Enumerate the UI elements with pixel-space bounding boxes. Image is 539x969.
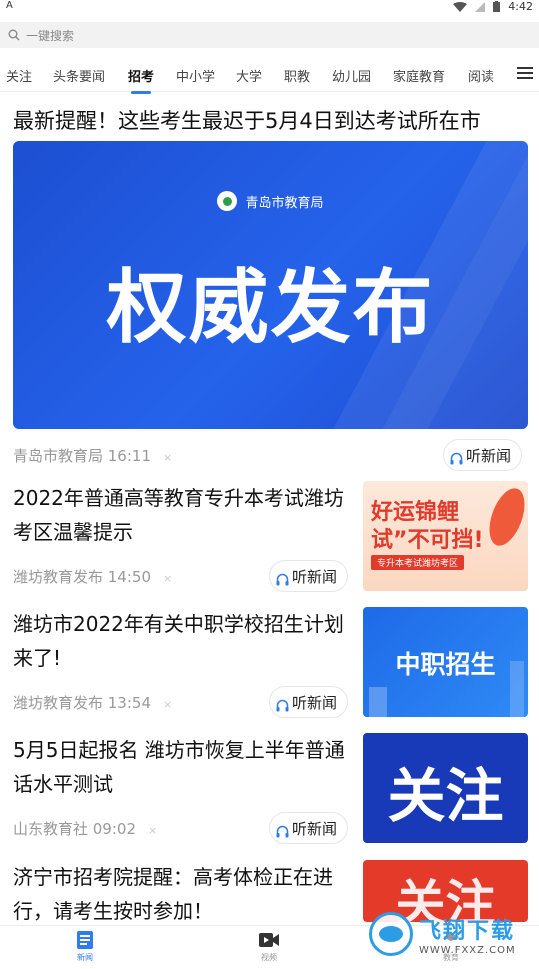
hero-org-name: 青岛市教育局 [245, 195, 324, 211]
dismiss-icon[interactable]: × [163, 572, 172, 585]
search-icon [8, 29, 20, 41]
status-time: 4:42 [508, 0, 533, 13]
headphones-icon [450, 452, 463, 464]
article-source: 潍坊教育发布 14:50 × [13, 568, 173, 586]
lead-article-image[interactable]: 青岛市教育局 权威发布 [13, 141, 528, 429]
category-tabs: 关注 头条要闻 招考 中小学 大学 职教 幼儿园 家庭教育 阅读 [0, 60, 539, 94]
search-placeholder: 一键搜索 [26, 28, 75, 43]
nav-video[interactable]: 视频 [258, 930, 280, 963]
article-thumbnail[interactable]: 关注 [363, 733, 528, 843]
listen-button[interactable]: 听新闻 [269, 686, 349, 718]
thumbnail-text: 好运锦鲤 试”不可挡! [371, 500, 484, 553]
koi-fish-icon [482, 483, 528, 551]
article-title[interactable]: 5月5日起报名 潍坊市恢复上半年普通话水平测试 [13, 733, 348, 801]
dismiss-icon[interactable]: × [148, 824, 157, 837]
article-source: 山东教育社 09:02 × [13, 820, 158, 838]
headphones-icon [276, 825, 289, 837]
lead-article-title[interactable]: 最新提醒！这些考生最迟于5月4日到达考试所在市 [13, 105, 481, 135]
watermark-logo-icon [369, 912, 413, 956]
watermark-url: WWW.FXXZ.COM [419, 944, 516, 956]
tab-university[interactable]: 大学 [236, 66, 262, 85]
headphones-icon [276, 573, 289, 585]
tab-kindergarten[interactable]: 幼儿园 [332, 66, 371, 85]
thumbnail-text: 关注 [387, 762, 504, 830]
news-icon [77, 931, 93, 949]
site-watermark: 飞翔下载 WWW.FXXZ.COM [369, 906, 529, 962]
listen-button[interactable]: 听新闻 [269, 812, 349, 844]
hero-org: 青岛市教育局 [13, 191, 528, 211]
lead-article-source: 青岛市教育局 16:11 × [13, 447, 173, 465]
article-source: 潍坊教育发布 13:54 × [13, 694, 173, 712]
tab-exams[interactable]: 招考 [128, 66, 154, 94]
status-bar: A 4:42 [0, 0, 539, 14]
wifi-icon [453, 1, 468, 12]
watermark-name: 飞翔下载 [419, 918, 516, 944]
search-input[interactable]: 一键搜索 [0, 22, 539, 48]
thumbnail-text: 中职招生 [395, 650, 496, 679]
tab-vocational[interactable]: 职教 [284, 66, 310, 85]
headphones-icon [276, 699, 289, 711]
listen-button[interactable]: 听新闻 [269, 560, 349, 592]
article-title[interactable]: 2022年普通高等教育专升本考试潍坊考区温馨提示 [13, 481, 348, 549]
tab-headlines[interactable]: 头条要闻 [53, 66, 105, 85]
dismiss-icon[interactable]: × [163, 451, 172, 464]
article-title[interactable]: 潍坊市2022年有关中职学校招生计划来了! [13, 607, 348, 675]
tabs-fade [487, 60, 517, 90]
tab-k12[interactable]: 中小学 [176, 66, 215, 85]
status-app-glyph: A [6, 0, 13, 11]
article-thumbnail[interactable]: 好运锦鲤 试”不可挡! 专升本考试潍坊考区 [363, 481, 528, 591]
article-title[interactable]: 济宁市招考院提醒：高考体检正在进行，请考生按时参加！ [13, 860, 348, 928]
video-icon [259, 933, 279, 947]
signal-icon [475, 1, 486, 12]
hero-big-text: 权威发布 [106, 260, 435, 354]
tab-family-education[interactable]: 家庭教育 [393, 66, 445, 85]
tab-follow[interactable]: 关注 [6, 66, 32, 85]
article-thumbnail[interactable]: 中职招生 [363, 607, 528, 717]
thumbnail-strip: 专升本考试潍坊考区 [371, 555, 465, 570]
menu-icon[interactable] [517, 66, 533, 80]
dismiss-icon[interactable]: × [163, 698, 172, 711]
listen-button[interactable]: 听新闻 [443, 439, 523, 471]
nav-news[interactable]: 新闻 [76, 930, 94, 963]
battery-icon [493, 1, 501, 12]
education-bureau-logo-icon [217, 191, 238, 211]
